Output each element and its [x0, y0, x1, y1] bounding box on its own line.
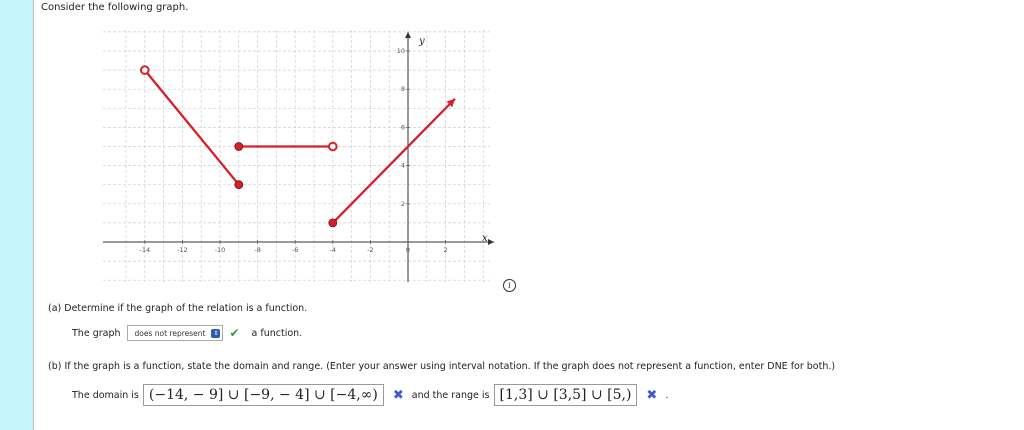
function-select-value: does not represent	[134, 328, 206, 338]
segment-2-end-open-point	[328, 141, 338, 152]
y-tick-label: 10	[397, 47, 405, 55]
graph-answer-prefix: The graph	[72, 327, 121, 339]
domain-incorrect-icon: ✖	[392, 387, 404, 403]
end-mark: .	[665, 389, 669, 401]
range-input[interactable]: [1,3] ∪ [3,5] ∪ [5,)	[493, 384, 638, 406]
x-tick-label: -6	[292, 246, 298, 254]
y-axis-label: y	[418, 36, 425, 47]
x-axis-arrow	[488, 239, 494, 245]
x-tick-label: -4	[330, 246, 336, 254]
part-a-prompt: (a) Determine if the graph of the relati…	[48, 303, 308, 314]
part-a-answer-line: The graph does not represent ⇕ ✔ a funct…	[72, 325, 302, 341]
info-icon[interactable]: i	[503, 279, 516, 292]
part-b-answer-line: The domain is (−14, − 9] ∪ [−9, − 4] ∪ […	[72, 384, 668, 406]
segment-3-start-closed-point	[328, 218, 338, 228]
part-b-prompt: (b) If the graph is a function, state th…	[48, 361, 836, 372]
graph-axes	[103, 32, 494, 282]
curve-segment-3	[331, 97, 456, 224]
segment-1-end-closed-point	[234, 180, 244, 190]
function-select[interactable]: does not represent ⇕	[126, 325, 224, 341]
select-arrows-icon: ⇕	[211, 328, 221, 338]
range-label: and the range is	[411, 389, 490, 401]
y-tick-label: 6	[401, 123, 405, 131]
y-tick-label: 4	[401, 162, 405, 170]
y-axis-arrow	[405, 32, 411, 38]
x-tick-label: -14	[139, 246, 150, 254]
x-tick-label: 2	[444, 246, 448, 254]
correct-check-icon: ✔	[229, 326, 240, 340]
x-axis-label: x	[482, 233, 488, 244]
graph-grid	[103, 30, 490, 282]
graph-answer-suffix: a function.	[251, 327, 303, 339]
domain-input[interactable]: (−14, − 9] ∪ [−9, − 4] ∪ [−4,∞)	[142, 384, 384, 406]
domain-label: The domain is	[72, 389, 139, 401]
x-tick-label: 0	[406, 246, 410, 254]
segment-1-start-open-point	[140, 65, 150, 75]
x-tick-label: -2	[367, 246, 373, 254]
y-tick-label: 8	[401, 85, 405, 93]
x-tick-label: -8	[254, 246, 260, 254]
y-tick-label: 2	[401, 200, 405, 208]
range-incorrect-icon: ✖	[646, 387, 658, 403]
segment-2-start-closed-point	[234, 142, 244, 151]
x-tick-label: -12	[177, 246, 188, 254]
function-graph: -14 -12 -10 -8 -6 -4 -2 0 2 2 4 6 8 10 x y	[103, 30, 494, 282]
x-tick-label: -10	[215, 246, 226, 254]
